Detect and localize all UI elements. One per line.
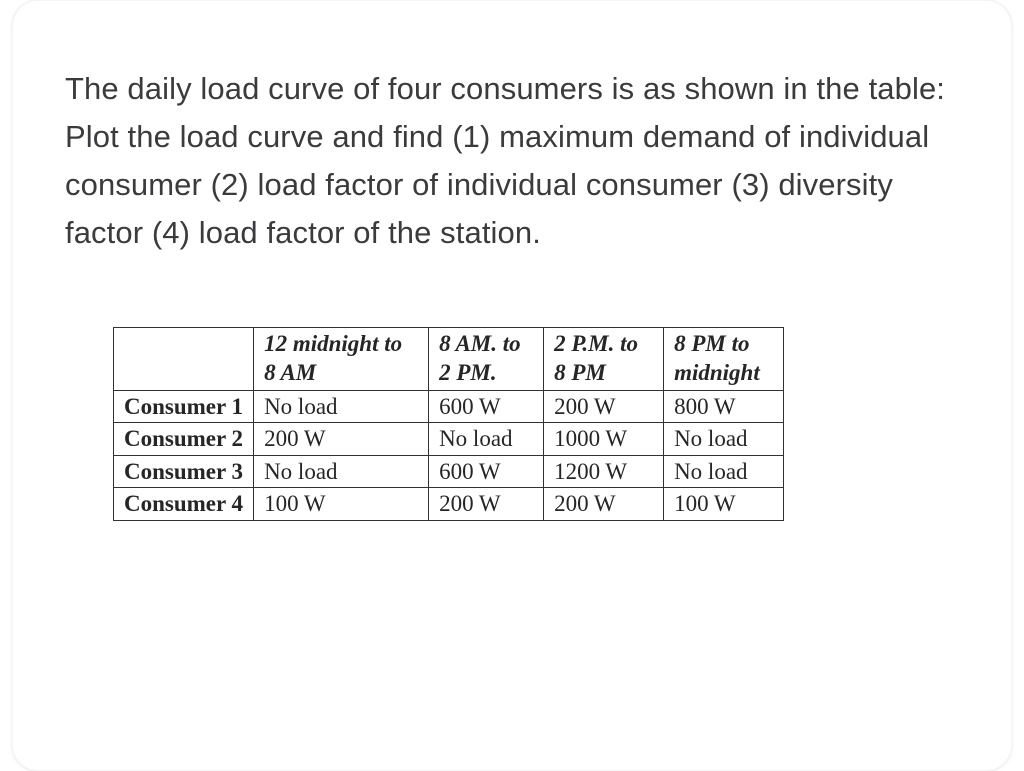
cell-value: 600 W bbox=[429, 390, 544, 423]
header-text: midnight bbox=[674, 360, 760, 385]
row-label: Consumer 1 bbox=[114, 390, 254, 423]
header-text: 8 PM to bbox=[674, 331, 749, 356]
header-text: 2 PM. bbox=[439, 360, 497, 385]
table-row: Consumer 4 100 W 200 W 200 W 100 W bbox=[114, 488, 784, 521]
row-label: Consumer 4 bbox=[114, 488, 254, 521]
load-table: 12 midnight to 8 AM 8 AM. to 2 PM. 2 P.M… bbox=[113, 327, 784, 521]
cell-value: 100 W bbox=[664, 488, 784, 521]
table-row: Consumer 2 200 W No load 1000 W No load bbox=[114, 423, 784, 456]
cell-value: No load bbox=[254, 390, 429, 423]
row-label: Consumer 2 bbox=[114, 423, 254, 456]
header-text: 8 PM bbox=[554, 360, 606, 385]
cell-value: 600 W bbox=[429, 455, 544, 488]
cell-value: 200 W bbox=[254, 423, 429, 456]
cell-value: No load bbox=[254, 455, 429, 488]
cell-value: 100 W bbox=[254, 488, 429, 521]
table-row: Consumer 3 No load 600 W 1200 W No load bbox=[114, 455, 784, 488]
cell-value: 200 W bbox=[544, 390, 664, 423]
question-text: The daily load curve of four consumers i… bbox=[65, 65, 959, 257]
cell-value: 800 W bbox=[664, 390, 784, 423]
cell-value: 1200 W bbox=[544, 455, 664, 488]
header-empty bbox=[114, 328, 254, 391]
cell-value: No load bbox=[429, 423, 544, 456]
content-card: The daily load curve of four consumers i… bbox=[12, 0, 1012, 771]
cell-value: No load bbox=[664, 455, 784, 488]
header-period-1: 12 midnight to 8 AM bbox=[254, 328, 429, 391]
header-text: 8 AM. to bbox=[439, 331, 521, 356]
row-label: Consumer 3 bbox=[114, 455, 254, 488]
header-text: 2 P.M. to bbox=[554, 331, 638, 356]
cell-value: 1000 W bbox=[544, 423, 664, 456]
header-text: 12 midnight to bbox=[264, 331, 402, 356]
table-row: Consumer 1 No load 600 W 200 W 800 W bbox=[114, 390, 784, 423]
header-period-4: 8 PM to midnight bbox=[664, 328, 784, 391]
cell-value: No load bbox=[664, 423, 784, 456]
header-text: 8 AM bbox=[264, 360, 316, 385]
table-header-row: 12 midnight to 8 AM 8 AM. to 2 PM. 2 P.M… bbox=[114, 328, 784, 391]
cell-value: 200 W bbox=[429, 488, 544, 521]
header-period-3: 2 P.M. to 8 PM bbox=[544, 328, 664, 391]
header-period-2: 8 AM. to 2 PM. bbox=[429, 328, 544, 391]
cell-value: 200 W bbox=[544, 488, 664, 521]
